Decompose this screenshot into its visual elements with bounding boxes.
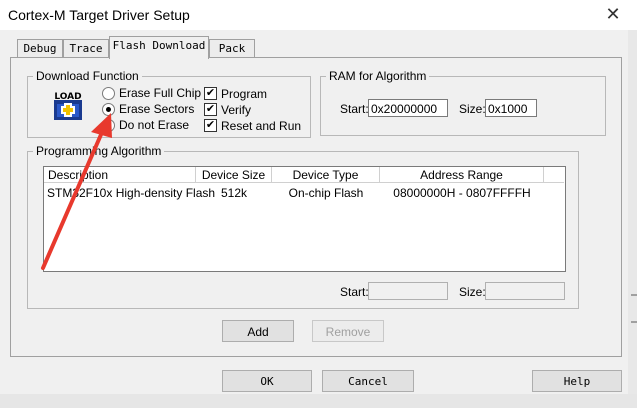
edge-tick (631, 294, 637, 296)
erase-full-chip-label: Erase Full Chip (119, 86, 202, 100)
row-description[interactable]: STM32F10x High-density Flash (47, 185, 215, 201)
radio-erase-full-chip[interactable] (102, 87, 115, 100)
programming-algorithm-label: Programming Algorithm (33, 144, 165, 158)
background-strip (0, 394, 637, 408)
checkbox-verify[interactable]: ✔ (204, 103, 217, 116)
ram-for-algorithm-label: RAM for Algorithm (326, 69, 430, 83)
radio-do-not-erase[interactable] (102, 119, 115, 132)
background-window-edge-right (628, 30, 637, 408)
ram-size-label: Size: (459, 102, 486, 116)
cancel-button[interactable]: Cancel (322, 370, 414, 392)
algo-start-label: Start: (340, 285, 369, 299)
reset-and-run-label: Reset and Run (221, 119, 302, 133)
algo-size-label: Size: (459, 285, 486, 299)
tab-pack[interactable]: Pack (209, 39, 255, 58)
window-title: Cortex-M Target Driver Setup (8, 7, 190, 23)
ram-start-input[interactable]: 0x20000000 (368, 99, 448, 117)
help-button[interactable]: Help (532, 370, 622, 392)
ram-start-label: Start: (340, 102, 369, 116)
row-address-range[interactable]: 08000000H - 0807FFFFH (380, 185, 544, 201)
checkbox-reset-and-run[interactable]: ✔ (204, 119, 217, 132)
load-icon: LOAD (54, 92, 82, 120)
do-not-erase-label: Do not Erase (119, 118, 190, 132)
download-function-label: Download Function (33, 69, 142, 83)
algorithm-table[interactable]: Description Device Size Device Type Addr… (43, 166, 566, 272)
load-icon-text: LOAD (54, 92, 81, 102)
column-header-device-size[interactable]: Device Size (196, 167, 272, 183)
column-header-description[interactable]: Description (44, 167, 196, 183)
tab-debug[interactable]: Debug (17, 39, 63, 58)
column-header-address-range[interactable]: Address Range (380, 167, 544, 183)
add-button[interactable]: Add (222, 320, 294, 342)
program-label: Program (221, 87, 268, 101)
checkbox-program[interactable]: ✔ (204, 87, 217, 100)
algo-start-input[interactable] (368, 282, 448, 300)
verify-label: Verify (221, 103, 252, 117)
tab-trace[interactable]: Trace (63, 39, 109, 58)
column-header-filler (544, 167, 564, 183)
edge-tick (631, 321, 637, 323)
row-device-size[interactable]: 512k (196, 185, 272, 201)
ok-button[interactable]: OK (222, 370, 312, 392)
ram-size-input[interactable]: 0x1000 (485, 99, 537, 117)
close-icon[interactable]: ✕ (603, 4, 623, 24)
radio-erase-sectors[interactable] (102, 103, 115, 116)
tab-flash-download[interactable]: Flash Download (109, 36, 209, 59)
erase-sectors-label: Erase Sectors (119, 102, 195, 116)
background-window-edge (0, 30, 8, 408)
remove-button[interactable]: Remove (312, 320, 384, 342)
column-header-device-type[interactable]: Device Type (272, 167, 380, 183)
algo-size-input[interactable] (485, 282, 565, 300)
row-device-type[interactable]: On-chip Flash (272, 185, 380, 201)
